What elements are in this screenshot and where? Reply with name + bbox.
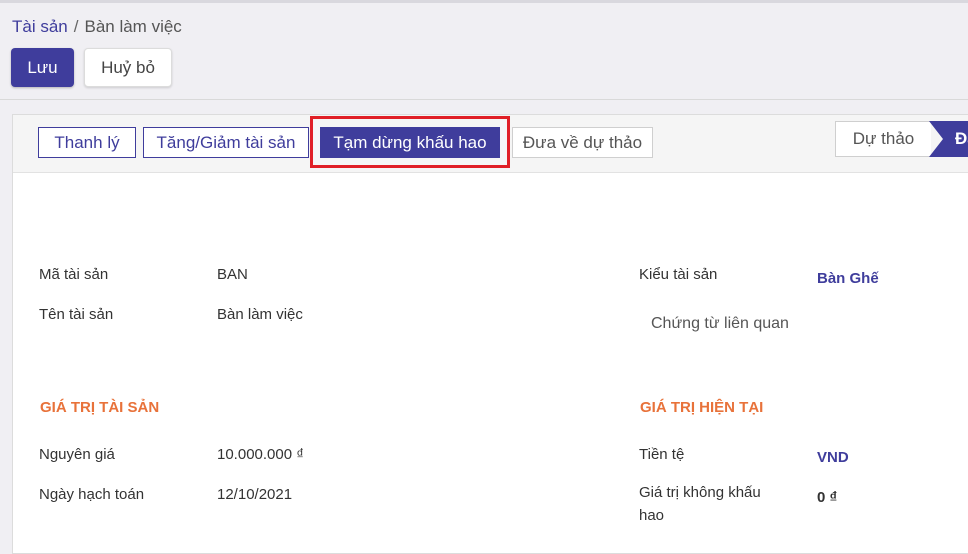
asset-name-value: Bàn làm việc [217, 306, 303, 323]
original-price-label: Nguyên giá [39, 446, 115, 463]
asset-code-value: BAN [217, 266, 248, 283]
accounting-date-value: 12/10/2021 [217, 486, 293, 503]
asset-name-label: Tên tài sản [39, 306, 114, 323]
stage-active[interactable]: Đa [929, 121, 968, 157]
accounting-date-label: Ngày hạch toán [39, 486, 145, 503]
control-panel: Tài sản / Bàn làm việc Lưu Huỷ bỏ [0, 3, 968, 99]
currency-label: Tiền tệ [639, 446, 685, 463]
highlight-box [310, 116, 510, 168]
breadcrumb-parent-link[interactable]: Tài sản [12, 17, 68, 36]
asset-type-link[interactable]: Bàn Ghế [817, 270, 879, 287]
save-button[interactable]: Lưu [11, 48, 74, 87]
asset-type-label: Kiểu tài sản [639, 266, 718, 283]
asset-value-section-title: GIÁ TRỊ TÀI SẢN [40, 399, 160, 416]
adjust-asset-button[interactable]: Tăng/Giảm tài sản [143, 127, 309, 158]
stage-draft[interactable]: Dự thảo [835, 121, 931, 157]
current-value-section-title: GIÁ TRỊ HIỆN TẠI [640, 399, 764, 416]
currency-link[interactable]: VND [817, 449, 849, 466]
non-depreciable-value: 0 ₫ [817, 489, 838, 506]
header-divider [0, 99, 968, 100]
asset-code-label: Mã tài sản [39, 266, 109, 283]
status-bar: Thanh lý Tăng/Giảm tài sản Tạm dừng khấu… [13, 115, 968, 173]
liquidate-button[interactable]: Thanh lý [38, 127, 136, 158]
form-sheet: Thanh lý Tăng/Giảm tài sản Tạm dừng khấu… [12, 114, 968, 554]
original-price-value: 10.000.000 ₫ [217, 446, 304, 463]
related-documents-button[interactable]: Chứng từ liên quan [651, 315, 789, 333]
breadcrumb: Tài sản / Bàn làm việc [12, 17, 182, 37]
non-depreciable-label-cont: hao [639, 507, 665, 524]
non-depreciable-label: Giá trị không khấu [639, 484, 761, 501]
breadcrumb-separator: / [73, 17, 79, 36]
breadcrumb-current: Bàn làm việc [84, 17, 182, 36]
cancel-button[interactable]: Huỷ bỏ [84, 48, 172, 87]
set-to-draft-button[interactable]: Đưa về dự thảo [512, 127, 653, 158]
